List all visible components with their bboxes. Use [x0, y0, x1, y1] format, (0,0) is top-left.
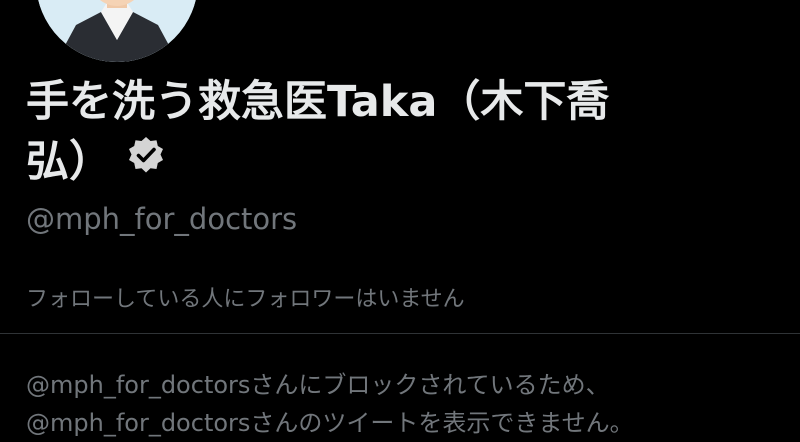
profile-avatar[interactable] [36, 0, 198, 62]
section-divider [0, 333, 800, 334]
display-name-line-1: 手を洗う救急医Taka（木下喬 [26, 77, 610, 127]
avatar-illustration [36, 0, 198, 62]
blocked-notice: @mph_for_doctorsさんにブロックされているため、 @mph_for… [26, 366, 786, 442]
blocked-notice-line-1: @mph_for_doctorsさんにブロックされているため、 [26, 371, 610, 399]
verified-badge-icon[interactable] [126, 131, 166, 191]
profile-handle: @mph_for_doctors [26, 202, 298, 236]
followers-you-know-text[interactable]: フォローしている人にフォロワーはいません [26, 281, 465, 313]
display-name-line-2: 弘） [26, 132, 726, 195]
profile-display-name: 手を洗う救急医Taka（木下喬 弘） [26, 72, 726, 195]
display-name-line-2-text: 弘） [26, 137, 112, 187]
blocked-notice-line-2: @mph_for_doctorsさんのツイートを表示できません。 [26, 409, 634, 437]
